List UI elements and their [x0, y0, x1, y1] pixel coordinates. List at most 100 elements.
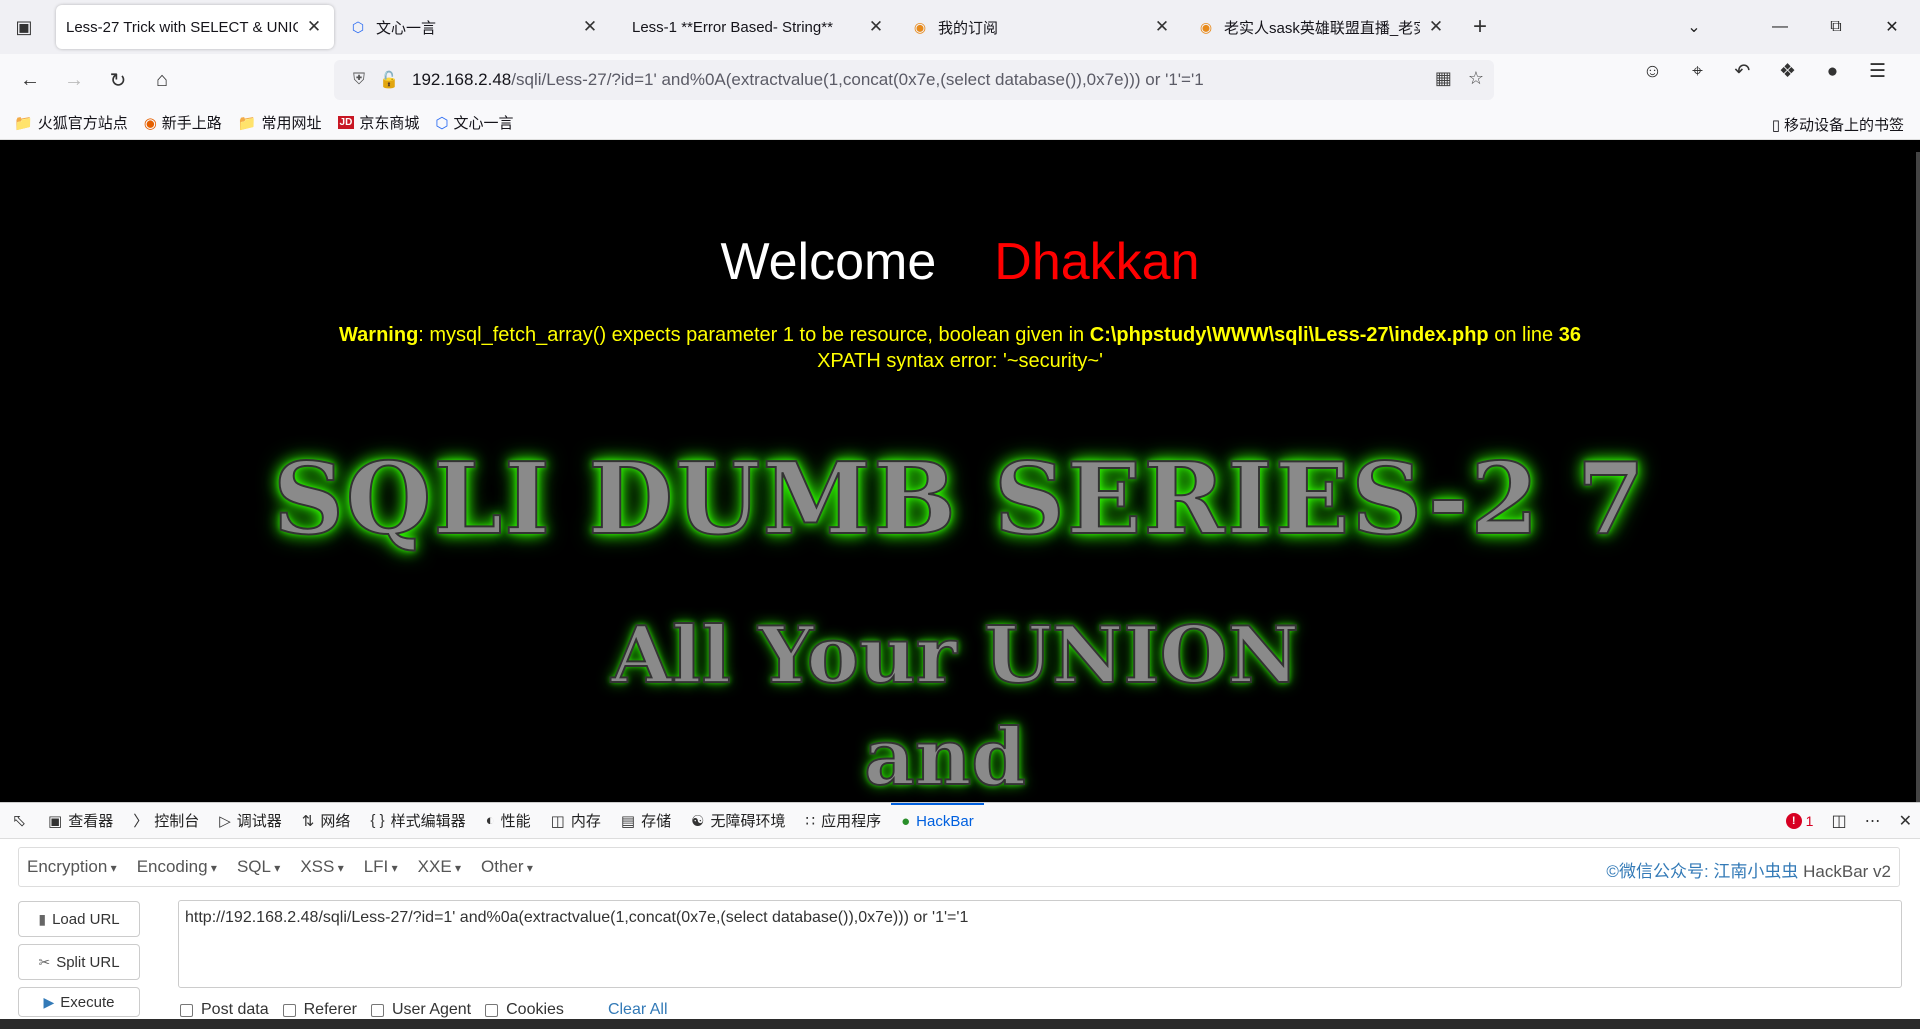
menu-encoding[interactable]: Encoding — [129, 857, 229, 877]
accessibility-icon: ☯ — [691, 812, 705, 830]
bookmark-item[interactable]: JD 京东商城 — [337, 112, 419, 133]
tab-console[interactable]: 〉 控制台 — [123, 803, 209, 839]
referer-checkbox[interactable]: Referer — [282, 1001, 357, 1019]
home-icon[interactable]: ⌂ — [140, 60, 184, 100]
checkbox-box[interactable] — [282, 1003, 296, 1017]
tab-list-icon[interactable]: ▣ — [0, 0, 48, 54]
tab-overflow-chevron-icon[interactable]: ⌄ — [1666, 17, 1722, 37]
tab-style-editor[interactable]: { } 样式编辑器 — [360, 803, 475, 839]
credit-text: ©微信公众号: 江南小虫虫 — [1606, 862, 1799, 881]
forward-icon[interactable]: → — [52, 60, 96, 100]
wenxin-icon: ⬡ — [435, 114, 449, 132]
close-tab-icon[interactable]: ✕ — [1152, 17, 1172, 37]
bookmark-label: 常用网址 — [261, 115, 322, 132]
more-options-icon[interactable]: ⋯ — [1865, 811, 1881, 831]
extensions-icon[interactable]: ❖ — [1765, 60, 1810, 83]
dock-side-icon[interactable]: ◫ — [1831, 811, 1846, 831]
tab-performance[interactable]: ◐ 性能 — [476, 803, 541, 839]
bookmark-star-icon[interactable]: ☆ — [1468, 68, 1484, 89]
menu-lfi[interactable]: LFI — [356, 857, 410, 877]
close-window-icon[interactable]: ✕ — [1864, 17, 1920, 37]
warning-line: Warning: mysql_fetch_array() expects par… — [0, 322, 1920, 348]
insecure-lock-icon[interactable]: 🔓 — [374, 70, 404, 90]
nav-bar: ← → ↻ ⌂ ⛨ 🔓 192.168.2.48/sqli/Less-27/?i… — [0, 54, 1920, 106]
mobile-bookmarks[interactable]: ▯ 移动设备上的书签 — [1772, 114, 1904, 135]
bookmark-item[interactable]: ⬡ 文心一言 — [435, 112, 513, 133]
undo-icon[interactable]: ↶ — [1720, 60, 1765, 83]
taskbar-edge — [0, 1019, 1920, 1029]
tab-memory[interactable]: ◫ 内存 — [541, 803, 611, 839]
restore-icon[interactable]: ⧉ — [1808, 18, 1864, 36]
bookmark-item[interactable]: ◉ 新手上路 — [144, 112, 222, 133]
element-picker-icon[interactable]: ⬁ — [0, 811, 38, 831]
tab-live[interactable]: ◉ 老实人sask英雄联盟直播_老实人 ✕ — [1186, 5, 1456, 49]
split-url-button[interactable]: ✂ Split URL — [18, 944, 140, 980]
menu-other[interactable]: Other — [473, 857, 545, 877]
performance-icon: ◐ — [485, 812, 495, 829]
error-count-badge[interactable]: ! 1 — [1785, 813, 1813, 829]
execute-icon: ▶ — [43, 993, 55, 1010]
bookmark-item[interactable]: 📁 常用网址 — [238, 112, 322, 133]
url-host: 192.168.2.48 — [412, 70, 512, 89]
tab-wenxin[interactable]: ⬡ 文心一言 ✕ — [338, 5, 610, 49]
hackbar-options: Post data Referer User Agent Cookies Cle… — [180, 1001, 668, 1019]
minimize-icon[interactable]: — — [1752, 18, 1808, 36]
option-label: User Agent — [391, 1001, 472, 1018]
tab-less-1[interactable]: Less-1 **Error Based- String** ✕ — [614, 5, 896, 49]
new-tab-icon[interactable]: + — [1460, 13, 1500, 41]
tab-less-27[interactable]: Less-27 Trick with SELECT & UNION ✕ — [56, 5, 334, 49]
close-tab-icon[interactable]: ✕ — [580, 17, 600, 37]
screenshot-icon[interactable]: ⌖ — [1675, 61, 1720, 83]
console-icon: 〉 — [133, 813, 149, 830]
tab-network[interactable]: ⇅ 网络 — [292, 803, 361, 839]
tab-debugger[interactable]: ▷ 调试器 — [209, 803, 292, 839]
tab-inspector[interactable]: ▣ 查看器 — [38, 803, 123, 839]
post-data-checkbox[interactable]: Post data — [180, 1001, 269, 1019]
user-agent-checkbox[interactable]: User Agent — [370, 1001, 472, 1019]
tab-storage[interactable]: ▤ 存储 — [611, 803, 681, 839]
cookies-checkbox[interactable]: Cookies — [485, 1001, 564, 1019]
mobile-bookmarks-label: 移动设备上的书签 — [1783, 117, 1904, 134]
warning-label: Warning — [339, 324, 419, 346]
profile-avatar-icon[interactable]: ● — [1810, 61, 1855, 83]
shield-icon[interactable]: ⛨ — [344, 71, 374, 89]
bookmark-item[interactable]: 📁 火狐官方站点 — [14, 112, 128, 133]
tab-hackbar[interactable]: ● HackBar — [891, 802, 984, 839]
wenxin-icon: ⬡ — [351, 18, 365, 35]
load-url-button[interactable]: ▮ Load URL — [18, 901, 140, 937]
tab-label: 无障碍环境 — [710, 813, 786, 830]
close-tab-icon[interactable]: ✕ — [1426, 17, 1446, 37]
menu-sql[interactable]: SQL — [229, 857, 292, 877]
hackbar-icon: ● — [901, 813, 911, 830]
reload-icon[interactable]: ↻ — [96, 60, 140, 100]
address-bar[interactable]: ⛨ 🔓 192.168.2.48/sqli/Less-27/?id=1' and… — [334, 60, 1494, 100]
page-scrollbar[interactable] — [1916, 152, 1920, 802]
xpath-error: XPATH syntax error: '~security~' — [817, 350, 1103, 372]
checkbox-box[interactable] — [485, 1003, 499, 1017]
qr-code-icon[interactable]: ▦ — [1435, 68, 1452, 89]
tab-application[interactable]: ∷ 应用程序 — [796, 803, 892, 839]
close-tab-icon[interactable]: ✕ — [304, 17, 324, 37]
close-tab-icon[interactable]: ✕ — [866, 17, 886, 37]
tab-subscriptions[interactable]: ◉ 我的订阅 ✕ — [900, 5, 1182, 49]
close-devtools-icon[interactable]: ✕ — [1899, 811, 1912, 831]
clear-all-link[interactable]: Clear All — [608, 1001, 668, 1019]
application-icon: ∷ — [805, 812, 816, 830]
menu-icon[interactable]: ☰ — [1855, 60, 1900, 83]
network-icon: ⇅ — [301, 812, 315, 830]
inspector-icon: ▣ — [48, 812, 63, 830]
menu-xss[interactable]: XSS — [292, 857, 355, 877]
execute-button[interactable]: ▶ Execute — [18, 987, 140, 1017]
bookmark-label: 火狐官方站点 — [37, 115, 128, 132]
folder-icon: 📁 — [237, 114, 257, 132]
account-icon[interactable]: ☺ — [1630, 61, 1675, 83]
checkbox-box[interactable] — [180, 1003, 193, 1017]
hackbar-url-input[interactable] — [178, 900, 1902, 988]
menu-xxe[interactable]: XXE — [410, 857, 473, 877]
menu-encryption[interactable]: Encryption — [19, 857, 129, 877]
php-warning: Warning: mysql_fetch_array() expects par… — [0, 322, 1920, 374]
debugger-icon: ▷ — [219, 812, 231, 830]
back-icon[interactable]: ← — [8, 60, 52, 100]
tab-accessibility[interactable]: ☯ 无障碍环境 — [681, 803, 795, 839]
checkbox-box[interactable] — [370, 1003, 384, 1017]
